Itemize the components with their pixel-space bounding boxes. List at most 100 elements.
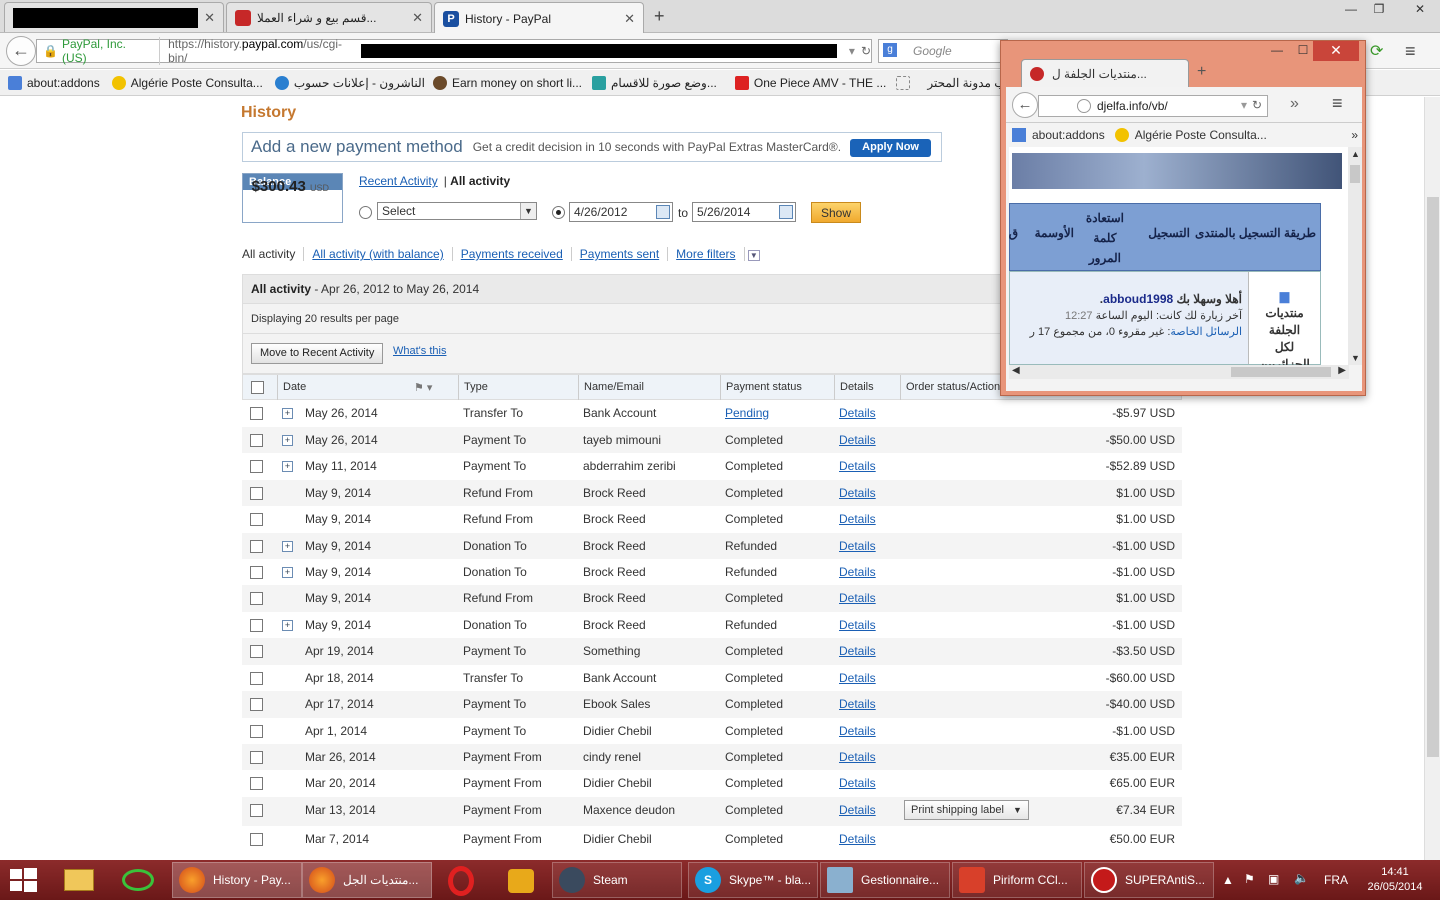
scroll-down-icon[interactable]: ▼ — [1351, 353, 1360, 363]
close-tab-icon[interactable]: ✕ — [624, 11, 635, 27]
language-indicator[interactable]: FRA — [1324, 873, 1348, 887]
row-details-link[interactable]: Details — [839, 803, 876, 817]
dropdown-icon[interactable]: ▾ — [1241, 98, 1247, 112]
taskbar-skype[interactable]: S Skype™ - bla... — [688, 862, 818, 898]
row-checkbox[interactable] — [250, 460, 263, 473]
row-details-link[interactable]: Details — [839, 459, 876, 473]
bookmark-item[interactable]: about:addons — [8, 75, 100, 90]
bookmark-item[interactable]: وضع صورة للاقسام... — [592, 75, 717, 90]
row-checkbox[interactable] — [250, 777, 263, 790]
hamburger-menu-icon[interactable]: ≡ — [1332, 93, 1343, 114]
filter-payments-sent[interactable]: Payments sent — [572, 247, 669, 261]
new-tab-icon[interactable]: + — [654, 6, 665, 27]
restore-icon[interactable]: ❐ — [1364, 0, 1394, 20]
filter-payments-received[interactable]: Payments received — [453, 247, 572, 261]
scroll-right-icon[interactable]: ▶ — [1338, 365, 1346, 376]
bookmark-item[interactable]: Algérie Poste Consulta... — [1135, 128, 1267, 142]
row-checkbox[interactable] — [250, 513, 263, 526]
row-checkbox[interactable] — [250, 672, 263, 685]
select-radio[interactable] — [359, 206, 372, 219]
row-checkbox[interactable] — [250, 487, 263, 500]
row-checkbox[interactable] — [250, 725, 263, 738]
back-icon[interactable]: ← — [1012, 92, 1038, 118]
taskbar-firefox-forum[interactable]: منتديات الجل... — [302, 862, 432, 898]
row-checkbox[interactable] — [250, 698, 263, 711]
calendar-icon[interactable] — [656, 205, 670, 219]
taskbar-firefox-paypal[interactable]: History - Pay... — [172, 862, 302, 898]
scroll-left-icon[interactable]: ◀ — [1012, 365, 1020, 376]
close-window-icon[interactable]: ✕ — [1402, 0, 1438, 20]
row-details-link[interactable]: Details — [839, 724, 876, 738]
show-button[interactable]: Show — [811, 202, 861, 223]
column-date[interactable]: Date — [277, 375, 306, 400]
flag-icon[interactable]: ⚑ — [1244, 872, 1255, 886]
row-details-link[interactable]: Details — [839, 697, 876, 711]
razer-icon[interactable] — [112, 863, 166, 897]
more-filters[interactable]: More filters ▼ — [668, 247, 768, 261]
row-checkbox[interactable] — [250, 645, 263, 658]
row-checkbox[interactable] — [250, 833, 263, 846]
select-all-checkbox[interactable] — [251, 381, 264, 394]
bookmark-item[interactable]: Earn money on short li... — [432, 75, 582, 90]
popup-hscrollbar[interactable]: ◀ ▶ — [1009, 365, 1349, 379]
nav-medals[interactable]: الأوسمة — [1035, 226, 1074, 240]
nav-register[interactable]: التسجيل — [1148, 226, 1190, 240]
expand-icon[interactable]: + — [282, 461, 293, 472]
date-to-input[interactable]: 5/26/2014 — [692, 202, 796, 222]
url-bar[interactable]: 🔒 PayPal, Inc. (US) https://history.payp… — [36, 37, 872, 65]
scrollbar-thumb[interactable] — [1427, 197, 1439, 757]
whats-this-link[interactable]: What's this — [393, 345, 446, 357]
move-to-recent-button[interactable]: Move to Recent Activity — [251, 343, 384, 364]
close-tab-icon[interactable]: ✕ — [204, 10, 215, 26]
tool-icon[interactable] — [494, 863, 548, 897]
bookmark-item[interactable]: One Piece AMV - THE ... — [734, 75, 886, 90]
row-checkbox[interactable] — [250, 540, 263, 553]
date-range-radio[interactable] — [552, 206, 565, 219]
row-details-link[interactable]: Details — [839, 750, 876, 764]
page-scrollbar[interactable] — [1424, 97, 1440, 860]
row-details-link[interactable]: Details — [839, 565, 876, 579]
bookmark-item[interactable]: Algérie Poste Consulta... — [111, 75, 263, 90]
row-checkbox[interactable] — [250, 407, 263, 420]
reload-icon[interactable]: ↻ — [861, 44, 871, 58]
nav-recover-password[interactable]: استعادة كلمة المرور — [1086, 208, 1124, 268]
flag-filter-icon[interactable]: ⚑ ▾ — [409, 375, 459, 400]
tab-forum[interactable]: قسم بيع و شراء العملا... ✕ — [226, 2, 432, 32]
expand-icon[interactable]: + — [282, 567, 293, 578]
search-input[interactable]: g Google — [878, 39, 1008, 63]
row-status-link[interactable]: Pending — [725, 406, 769, 420]
taskbar-task-manager[interactable]: Gestionnaire... — [820, 862, 950, 898]
overflow-icon[interactable]: » — [1290, 95, 1299, 113]
file-explorer-icon[interactable] — [54, 863, 108, 897]
row-checkbox[interactable] — [250, 619, 263, 632]
row-checkbox[interactable] — [250, 751, 263, 764]
scrollbar-thumb[interactable] — [1231, 367, 1331, 377]
row-checkbox[interactable] — [250, 592, 263, 605]
row-details-link[interactable]: Details — [839, 433, 876, 447]
expand-icon[interactable]: + — [282, 620, 293, 631]
taskbar-superantispyware[interactable]: SUPERAntiS... — [1084, 862, 1214, 898]
dropdown-icon[interactable]: ▾ — [849, 44, 855, 58]
filter-all-with-balance[interactable]: All activity (with balance) — [304, 247, 453, 261]
new-tab-icon[interactable]: + — [1197, 63, 1206, 81]
taskbar-steam[interactable]: Steam — [552, 862, 682, 898]
popup-url-bar[interactable]: djelfa.info/vb/ ▾ ↻ — [1038, 95, 1268, 117]
username-link[interactable]: abboud1998 — [1103, 292, 1173, 306]
tab-redacted[interactable]: ✕ — [4, 2, 224, 32]
row-checkbox[interactable] — [250, 804, 263, 817]
volume-icon[interactable]: 🔈 — [1294, 871, 1309, 885]
close-tab-icon[interactable]: ✕ — [412, 10, 423, 26]
bookmark-item[interactable]: about:addons — [1032, 128, 1105, 142]
expand-icon[interactable]: + — [282, 541, 293, 552]
row-details-link[interactable]: Details — [839, 832, 876, 846]
scroll-up-icon[interactable]: ▲ — [1351, 149, 1360, 159]
network-icon[interactable]: ▣ — [1268, 872, 1279, 886]
scrollbar-thumb[interactable] — [1350, 165, 1360, 183]
back-icon[interactable]: ← — [6, 36, 36, 66]
apply-now-button[interactable]: Apply Now — [850, 139, 931, 157]
show-hidden-icons-icon[interactable]: ▲ — [1222, 873, 1234, 887]
bookmark-item[interactable]: الناشرون - إعلانات حسوب — [274, 75, 425, 90]
popup-vscrollbar[interactable]: ▲ ▼ — [1348, 147, 1362, 365]
expand-icon[interactable]: + — [282, 435, 293, 446]
calendar-icon[interactable] — [779, 205, 793, 219]
